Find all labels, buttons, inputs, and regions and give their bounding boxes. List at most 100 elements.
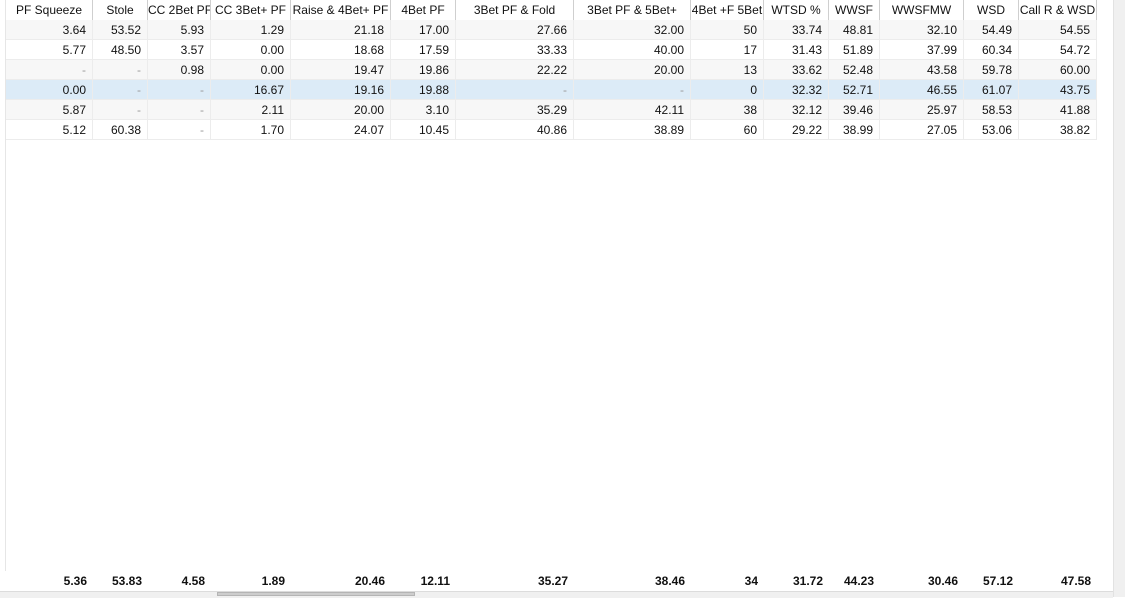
- cell-pf-squeeze: 0.00: [6, 80, 93, 100]
- cell-wtsd: 33.62: [764, 60, 829, 80]
- cell-pf-squeeze: 3.64: [6, 20, 93, 40]
- cell-stole: -: [93, 80, 148, 100]
- total-wsd: 57.12: [982, 574, 1013, 588]
- total-wwsfmw: 30.46: [927, 574, 958, 588]
- column-header-wwsf[interactable]: WWSF: [829, 0, 880, 20]
- cell-stole: -: [93, 100, 148, 120]
- cell-3bet-pf-fold: -: [456, 80, 574, 100]
- total-cc-3bet-pf: 1.89: [261, 574, 285, 588]
- cell-raise-4bet-pf: 21.18: [291, 20, 391, 40]
- cell-wsd: 59.78: [964, 60, 1019, 80]
- cell-4bet-f-5bet: 13: [691, 60, 764, 80]
- cell-wwsfmw: 37.99: [880, 40, 964, 60]
- cell-wwsf: 38.99: [829, 120, 880, 140]
- cell-call-r-wsd: 60.00: [1019, 60, 1097, 80]
- column-header-row: PF Squeeze Stole CC 2Bet PF CC 3Bet+ PF Rais…: [6, 0, 1097, 21]
- column-header-call-r-wsd[interactable]: Call R & WSD: [1019, 0, 1097, 20]
- column-header-cc-3bet-pf[interactable]: CC 3Bet+ PF: [211, 0, 291, 20]
- cell-wtsd: 29.22: [764, 120, 829, 140]
- totals-row: 5.36 53.83 4.58 1.89 20.46 12.11 35.27 38.46 34 3…: [6, 571, 1097, 591]
- cell-4bet-f-5bet: 0: [691, 80, 764, 100]
- cell-wsd: 58.53: [964, 100, 1019, 120]
- column-header-wtsd[interactable]: WTSD %: [764, 0, 829, 20]
- cell-wtsd: 31.43: [764, 40, 829, 60]
- cell-4bet-pf: 17.59: [391, 40, 456, 60]
- total-pf-squeeze: 5.36: [63, 574, 87, 588]
- cell-call-r-wsd: 54.72: [1019, 40, 1097, 60]
- column-header-4bet-pf[interactable]: 4Bet PF: [391, 0, 456, 20]
- cell-cc-2bet-pf: -: [148, 100, 211, 120]
- table-row[interactable]: 3.64 53.52 5.93 1.29 21.18 17.00 27.66 32.00 50 3…: [6, 20, 1097, 40]
- column-header-wwsfmw[interactable]: WWSFMW: [880, 0, 964, 20]
- cell-4bet-f-5bet: 17: [691, 40, 764, 60]
- cell-4bet-f-5bet: 50: [691, 20, 764, 40]
- cell-wsd: 60.34: [964, 40, 1019, 60]
- column-header-raise-4bet-pf[interactable]: Raise & 4Bet+ PF: [291, 0, 391, 20]
- cell-cc-2bet-pf: 3.57: [148, 40, 211, 60]
- cell-stole: -: [93, 60, 148, 80]
- cell-cc-3bet-pf: 1.29: [211, 20, 291, 40]
- total-cc-2bet-pf: 4.58: [181, 574, 205, 588]
- horizontal-scroll-thumb[interactable]: [217, 592, 415, 596]
- cell-3bet-pf-fold: 35.29: [456, 100, 574, 120]
- cell-4bet-pf: 19.86: [391, 60, 456, 80]
- cell-pf-squeeze: 5.77: [6, 40, 93, 60]
- column-header-3bet-pf-5bet[interactable]: 3Bet PF & 5Bet+: [574, 0, 691, 20]
- cell-wwsfmw: 25.97: [880, 100, 964, 120]
- cell-wwsf: 39.46: [829, 100, 880, 120]
- cell-wwsfmw: 46.55: [880, 80, 964, 100]
- total-4bet-f-5bet: 34: [744, 574, 758, 588]
- total-call-r-wsd: 47.58: [1060, 574, 1091, 588]
- cell-3bet-pf-fold: 40.86: [456, 120, 574, 140]
- table-row[interactable]: 5.77 48.50 3.57 0.00 18.68 17.59 33.33 40.00 17 3…: [6, 40, 1097, 60]
- table-row[interactable]: - -0.98 0.00 19.47 19.86 22.22 20.00 13 33.62 52.…: [6, 60, 1097, 80]
- cell-call-r-wsd: 41.88: [1019, 100, 1097, 120]
- cell-cc-2bet-pf: -: [148, 120, 211, 140]
- column-header-stole[interactable]: Stole: [93, 0, 148, 20]
- cell-pf-squeeze: 5.87: [6, 100, 93, 120]
- table-row[interactable]: 5.87- -2.11 20.00 3.10 35.29 42.11 38 32.12 39.4…: [6, 100, 1097, 120]
- total-raise-4bet-pf: 20.46: [354, 574, 385, 588]
- cell-wwsf: 52.71: [829, 80, 880, 100]
- cell-wsd: 61.07: [964, 80, 1019, 100]
- cell-4bet-pf: 17.00: [391, 20, 456, 40]
- column-header-cc-2bet-pf[interactable]: CC 2Bet PF: [148, 0, 211, 20]
- cell-wtsd: 33.74: [764, 20, 829, 40]
- stats-grid: PF Squeeze Stole CC 2Bet PF CC 3Bet+ PF Rais…: [0, 0, 1113, 598]
- column-header-pf-squeeze[interactable]: PF Squeeze: [6, 0, 93, 20]
- cell-pf-squeeze: 5.12: [6, 120, 93, 140]
- column-header-3bet-pf-fold[interactable]: 3Bet PF & Fold: [456, 0, 574, 20]
- cell-3bet-pf-5bet: 42.11: [574, 100, 691, 120]
- cell-wwsfmw: 43.58: [880, 60, 964, 80]
- cell-wwsf: 48.81: [829, 20, 880, 40]
- cell-call-r-wsd: 54.55: [1019, 20, 1097, 40]
- cell-cc-3bet-pf: 0.00: [211, 40, 291, 60]
- cell-raise-4bet-pf: 19.16: [291, 80, 391, 100]
- table-row[interactable]: 0.00- -16.67 19.16 19.88- -0 32.32 52.71 46.55 6…: [6, 80, 1097, 100]
- column-header-wsd[interactable]: WSD: [964, 0, 1019, 20]
- cell-wwsf: 52.48: [829, 60, 880, 80]
- cell-wtsd: 32.12: [764, 100, 829, 120]
- cell-raise-4bet-pf: 19.47: [291, 60, 391, 80]
- cell-4bet-f-5bet: 60: [691, 120, 764, 140]
- cell-4bet-f-5bet: 38: [691, 100, 764, 120]
- cell-cc-2bet-pf: -: [148, 80, 211, 100]
- cell-4bet-pf: 3.10: [391, 100, 456, 120]
- cell-cc-3bet-pf: 2.11: [211, 100, 291, 120]
- cell-cc-2bet-pf: 0.98: [148, 60, 211, 80]
- total-3bet-pf-fold: 35.27: [537, 574, 568, 588]
- cell-3bet-pf-fold: 22.22: [456, 60, 574, 80]
- cell-wsd: 53.06: [964, 120, 1019, 140]
- cell-cc-3bet-pf: 1.70: [211, 120, 291, 140]
- cell-call-r-wsd: 43.75: [1019, 80, 1097, 100]
- cell-stole: 60.38: [93, 120, 148, 140]
- vertical-scrollbar[interactable]: [1113, 0, 1125, 597]
- cell-stole: 53.52: [93, 20, 148, 40]
- cell-3bet-pf-fold: 27.66: [456, 20, 574, 40]
- total-wwsf: 44.23: [843, 574, 874, 588]
- cell-pf-squeeze: -: [6, 60, 93, 80]
- table-row[interactable]: 5.12 60.38-1.70 24.07 10.45 40.86 38.89 60 29.2…: [6, 120, 1097, 140]
- column-header-4bet-f-5bet[interactable]: 4Bet +F 5Bet: [691, 0, 764, 20]
- total-wtsd: 31.72: [792, 574, 823, 588]
- cell-wwsfmw: 27.05: [880, 120, 964, 140]
